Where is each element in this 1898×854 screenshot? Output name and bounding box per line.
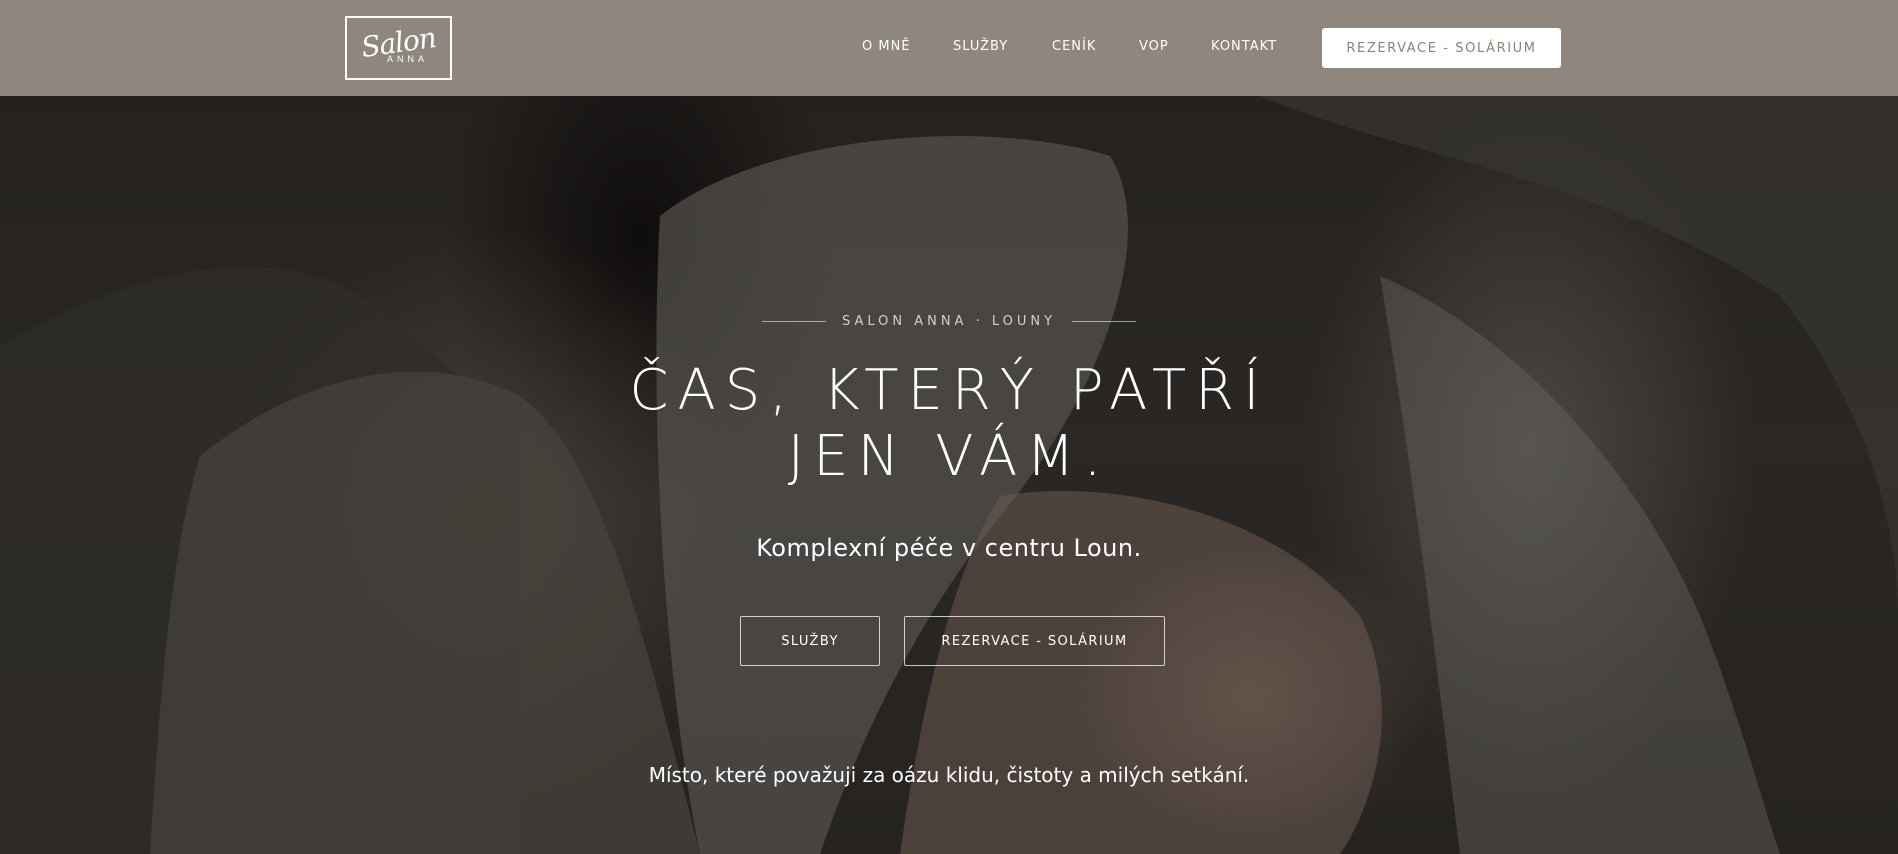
nav-item-cenik[interactable]: CENÍK: [1052, 39, 1096, 54]
hero-subtitle: Komplexní péče v centru Loun.: [756, 534, 1142, 562]
hero-tagline: Místo, které považuji za oázu klidu, čis…: [648, 763, 1250, 787]
salon-anna-logo[interactable]: Salon ANNA: [345, 16, 452, 80]
nav-item-o-mne[interactable]: O MNĚ: [862, 39, 911, 54]
hero-section: SALON ANNA · LOUNY ČAS, KTERÝ PATŘÍ JEN …: [0, 96, 1898, 854]
nav-item-sluzby[interactable]: SLUŽBY: [953, 39, 1008, 54]
nav-item-vop[interactable]: VOP: [1139, 39, 1169, 54]
kicker-left-rule: [761, 321, 826, 322]
hero-title: ČAS, KTERÝ PATŘÍ JEN VÁM.: [0, 358, 1898, 490]
services-button[interactable]: SLUŽBY: [740, 616, 880, 666]
site-header: Salon ANNA O MNĚ SLUŽBY CENÍK VOP KONTAK…: [0, 0, 1898, 96]
hero-title-line-1: ČAS, KTERÝ PATŘÍ: [629, 358, 1269, 423]
reservation-solarium-button[interactable]: REZERVACE - SOLÁRIUM: [1322, 28, 1561, 68]
nav-item-kontakt[interactable]: KONTAKT: [1211, 39, 1277, 54]
hero-kicker-row: SALON ANNA · LOUNY: [0, 314, 1898, 329]
kicker-right-rule: [1072, 321, 1137, 322]
hero-kicker: SALON ANNA · LOUNY: [841, 314, 1057, 329]
hero-reservation-button[interactable]: REZERVACE - SOLÁRIUM: [904, 616, 1165, 666]
hero-title-line-2: JEN VÁM.: [787, 424, 1111, 489]
